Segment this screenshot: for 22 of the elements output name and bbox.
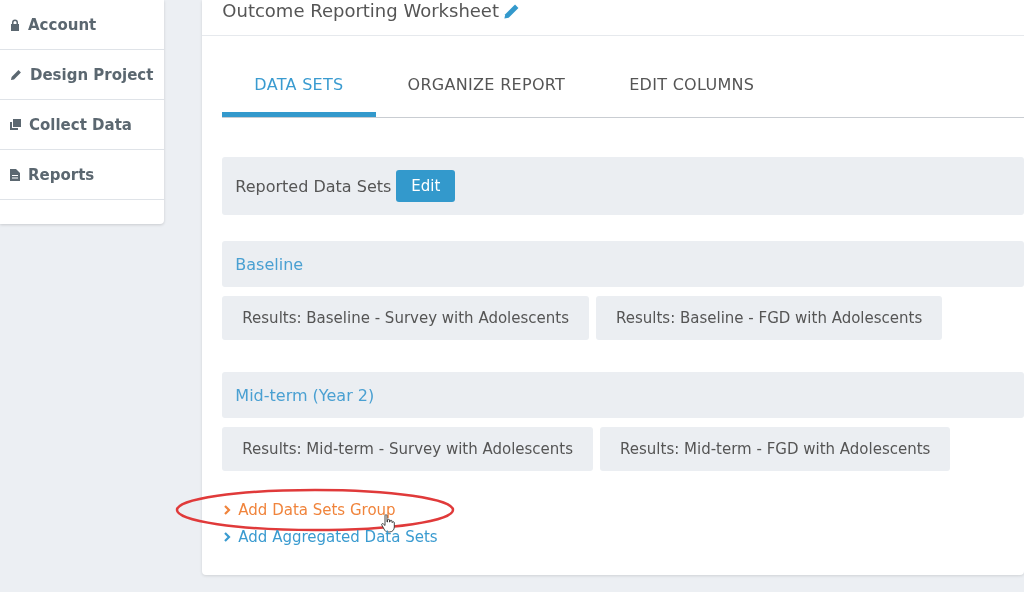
edit-button[interactable]: Edit (396, 170, 456, 202)
sidebar-item[interactable]: Design Project (0, 50, 165, 100)
tab[interactable]: ORGANIZE REPORT (375, 59, 598, 117)
panel-label: Reported Data Sets (235, 176, 392, 196)
data-set-chip[interactable]: Results: Mid-term - Survey with Adolescents (222, 427, 594, 471)
data-set-chip[interactable]: Results: Mid-term - FGD with Adolescents (600, 427, 951, 471)
chevron-icon (224, 532, 232, 542)
sidebar-item[interactable]: Account (0, 0, 165, 50)
sidebar-item[interactable]: Reports (0, 150, 165, 200)
chevron-icon (224, 505, 232, 515)
pencil-icon (10, 68, 22, 81)
sidebar-item[interactable]: Collect Data (0, 100, 165, 150)
worksheet-title: Outcome Reporting Worksheet (222, 0, 499, 22)
document-icon (10, 168, 20, 181)
data-set-chip[interactable]: Results: Baseline - FGD with Adolescents (596, 296, 943, 340)
add-link[interactable]: Add Aggregated Data Sets (224, 528, 438, 546)
copy-icon (10, 119, 21, 130)
tab[interactable]: EDIT COLUMNS (597, 59, 787, 117)
lock-icon (10, 18, 20, 31)
tab[interactable]: DATA SETS (222, 59, 376, 117)
data-set-chip[interactable]: Results: Baseline - Survey with Adolescents (222, 296, 589, 340)
pencil-icon[interactable] (503, 3, 520, 20)
